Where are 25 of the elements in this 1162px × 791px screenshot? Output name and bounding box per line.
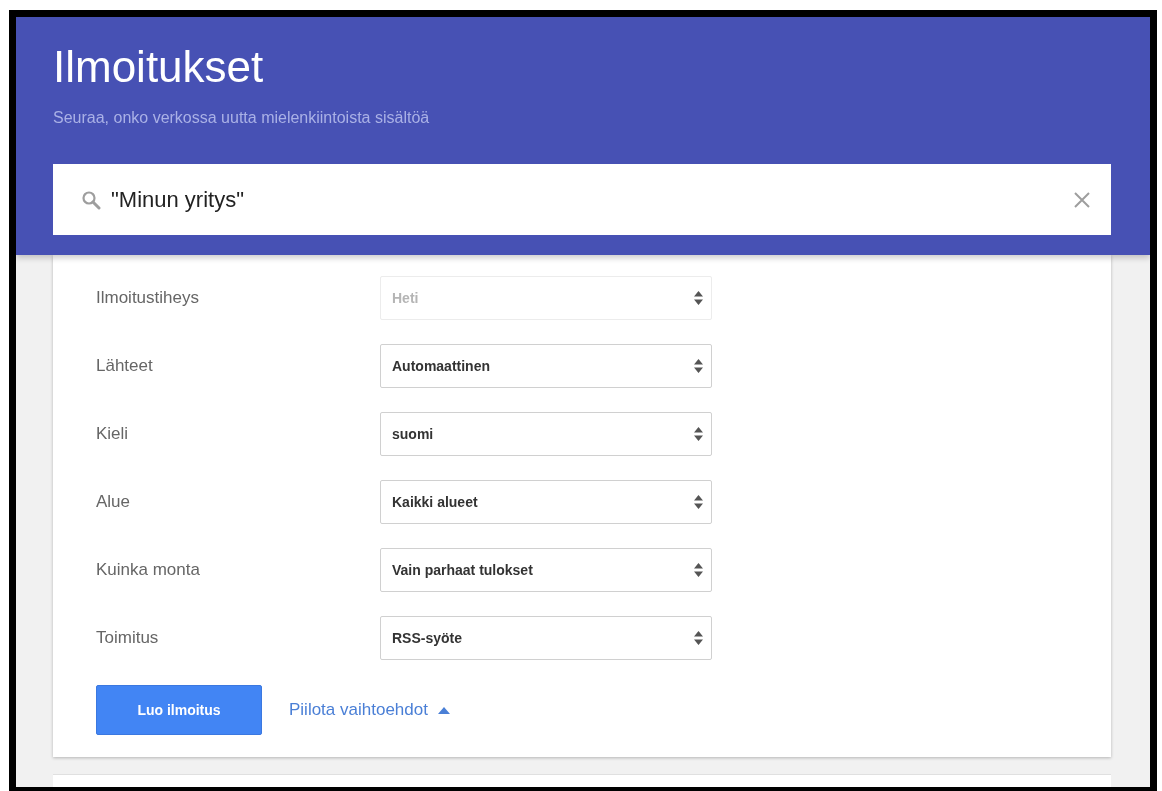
option-label: Alue xyxy=(96,492,132,512)
dropdown[interactable]: Vain parhaat tulokset xyxy=(380,548,712,592)
up-down-arrows-icon xyxy=(694,495,703,509)
create-alert-button[interactable]: Luo ilmoitus xyxy=(96,685,262,735)
dropdown[interactable]: Automaattinen xyxy=(380,344,712,388)
dropdown[interactable]: RSS-syöte xyxy=(380,616,712,660)
option-label: Toimitus xyxy=(96,628,160,648)
up-down-arrows-icon xyxy=(694,359,703,373)
option-label: Kuinka monta xyxy=(96,560,201,580)
option-label: Lähteet xyxy=(96,356,154,376)
close-icon[interactable] xyxy=(1073,191,1091,209)
option-label: Kieli xyxy=(96,424,130,444)
dropdown[interactable]: Kaikki alueet xyxy=(380,480,712,524)
up-down-arrows-icon xyxy=(694,427,703,441)
caret-icon xyxy=(437,706,450,714)
dropdown[interactable]: suomi xyxy=(380,412,712,456)
up-down-arrows-icon xyxy=(694,291,703,305)
up-down-arrows-icon xyxy=(694,631,703,645)
up-down-arrows-icon xyxy=(694,563,703,577)
search-field[interactable]: "Minun yritys" xyxy=(53,164,1111,235)
page-title: Ilmoitukset xyxy=(53,41,264,93)
search-icon xyxy=(81,190,101,210)
page-subtitle: Seuraa, onko verkossa uutta mielenkiintoista sisältöä xyxy=(53,108,430,128)
hide-options-link[interactable]: Piilota vaihtoehdot xyxy=(289,700,450,720)
option-label: Ilmoitustiheys xyxy=(96,288,200,308)
